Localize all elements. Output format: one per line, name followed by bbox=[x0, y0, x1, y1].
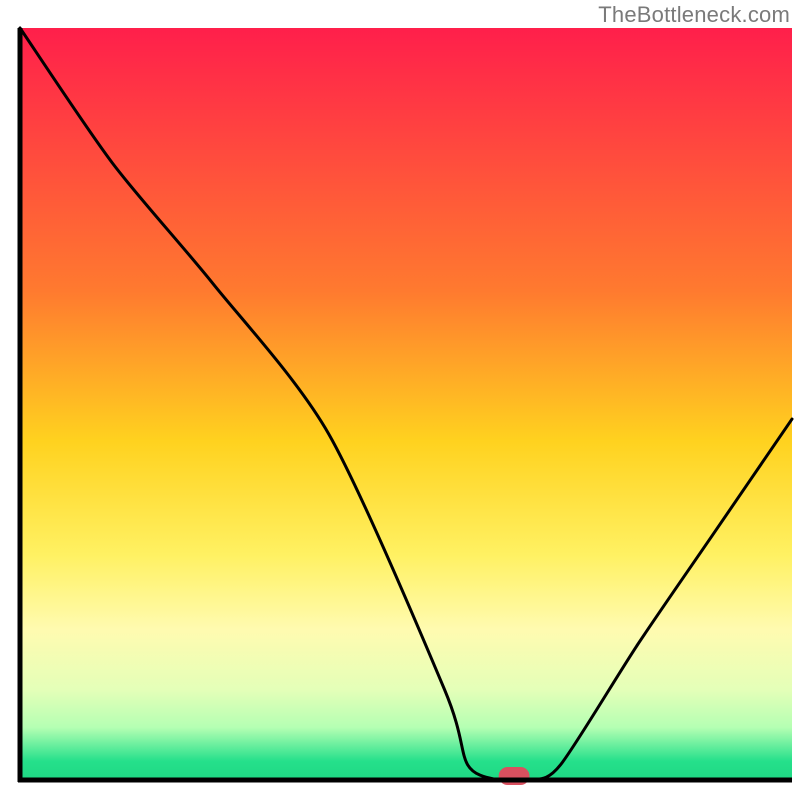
bottleneck-chart bbox=[0, 0, 800, 800]
watermark-text: TheBottleneck.com bbox=[598, 2, 790, 28]
chart-container: TheBottleneck.com bbox=[0, 0, 800, 800]
plot-background bbox=[20, 28, 792, 780]
